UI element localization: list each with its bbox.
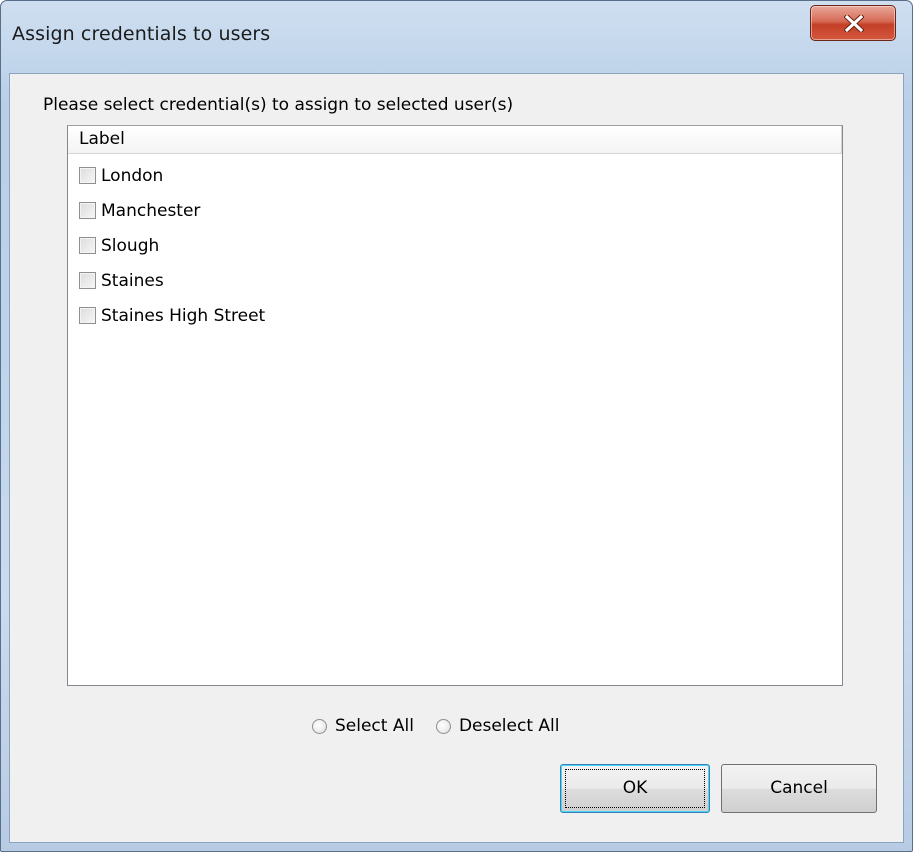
checkbox-manchester[interactable]	[79, 202, 96, 219]
selection-radio-group: Select All Deselect All	[312, 716, 581, 736]
list-item-staines[interactable]: Staines	[68, 263, 842, 298]
title-bar[interactable]: Assign credentials to users	[1, 1, 912, 73]
instruction-text: Please select credential(s) to assign to…	[43, 95, 514, 115]
credentials-list[interactable]: Label London Manchester Slough Staines S…	[67, 125, 843, 686]
cancel-button-label: Cancel	[770, 778, 828, 798]
radio-button[interactable]	[312, 718, 327, 734]
list-item-slough[interactable]: Slough	[68, 228, 842, 263]
list-item-label: Staines	[101, 270, 164, 291]
list-item-staines-high-street[interactable]: Staines High Street	[68, 298, 842, 333]
checkbox-london[interactable]	[79, 167, 96, 184]
window-title: Assign credentials to users	[12, 23, 271, 45]
list-item-london[interactable]: London	[68, 158, 842, 193]
checkbox-slough[interactable]	[79, 237, 96, 254]
select-all-radio[interactable]: Select All	[312, 716, 414, 736]
list-item-label: London	[101, 165, 164, 186]
checkbox-staines[interactable]	[79, 272, 96, 289]
radio-button[interactable]	[435, 718, 451, 734]
list-header: Label	[68, 126, 842, 154]
deselect-all-label[interactable]: Deselect All	[459, 716, 560, 736]
close-button[interactable]	[810, 5, 896, 41]
select-all-label[interactable]: Select All	[335, 716, 414, 736]
ok-button[interactable]: OK	[560, 764, 710, 813]
dialog-client-area: Please select credential(s) to assign to…	[9, 73, 904, 843]
column-header-label[interactable]: Label	[68, 126, 842, 153]
dialog-window: Assign credentials to users Please selec…	[0, 0, 913, 852]
list-item-label: Slough	[101, 235, 160, 256]
list-item-label: Manchester	[101, 200, 201, 221]
list-rows: London Manchester Slough Staines Staines…	[68, 158, 842, 333]
close-icon	[844, 15, 864, 32]
list-item-manchester[interactable]: Manchester	[68, 193, 842, 228]
cancel-button[interactable]: Cancel	[721, 764, 877, 813]
checkbox-staines-high-street[interactable]	[79, 307, 96, 324]
list-item-label: Staines High Street	[101, 305, 266, 326]
focus-rectangle	[565, 769, 705, 808]
deselect-all-radio[interactable]: Deselect All	[435, 716, 560, 736]
